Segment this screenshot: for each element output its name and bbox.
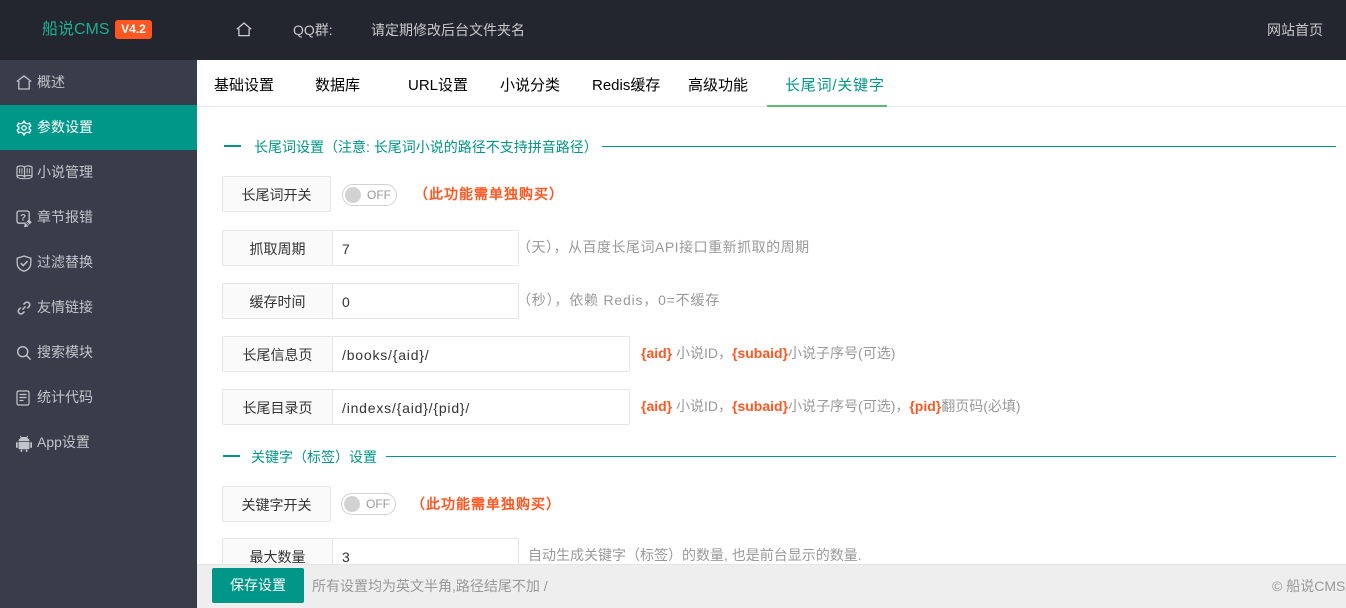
svg-text:?: ? [20,212,26,223]
